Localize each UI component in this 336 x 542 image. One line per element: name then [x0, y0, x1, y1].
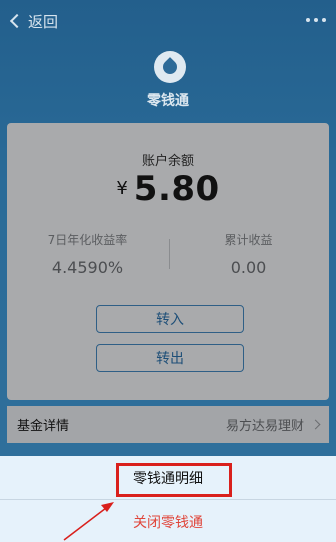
annotation-arrow: [63, 502, 114, 541]
